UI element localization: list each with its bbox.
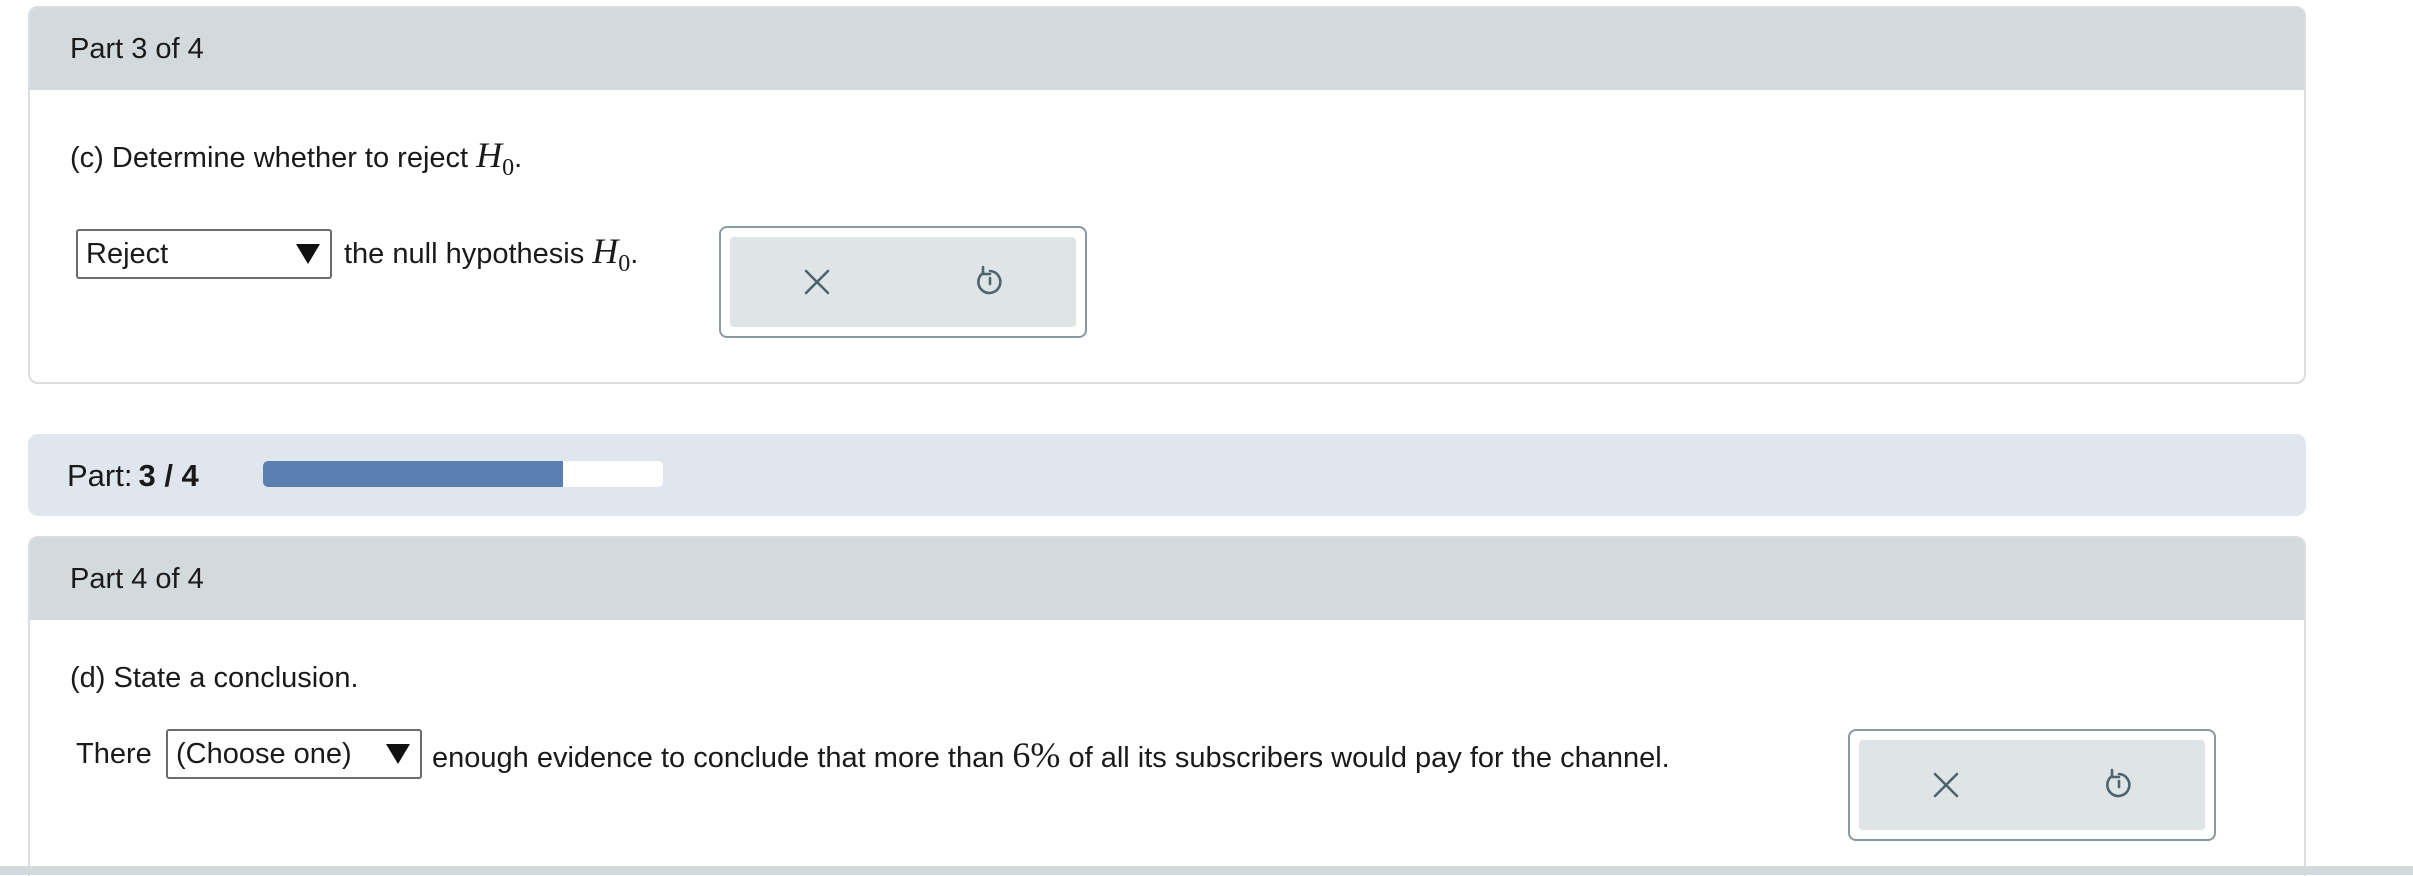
null-hypothesis-label: the null hypothesis [344,238,585,270]
part-3-header: Part 3 of 4 [30,8,2304,90]
conclusion-text-after: of all its subscribers would pay for the… [1068,742,1670,774]
conclusion-statement: enough evidence to conclude that more th… [432,734,1670,776]
progress-track [263,461,663,487]
part-3-header-text: Part 3 of 4 [70,32,204,65]
part-4-question: (d) State a conclusion. [70,662,359,695]
evidence-choice-value: (Choose one) [176,737,352,770]
part-3-question: (c) Determine whether to reject H0. [70,134,522,182]
progress-label-text: Part: [67,458,133,493]
part-4-question-text: (d) State a conclusion. [70,662,359,694]
part-4-reset-button[interactable] [2094,760,2144,810]
part-3-tools-inner [730,237,1076,327]
part-4-tools-inner [1859,740,2205,830]
close-icon [804,269,829,295]
conclusion-there: There [76,738,152,770]
progress-fill [263,461,563,487]
conclusion-text-before: enough evidence to conclude that more th… [432,742,1005,774]
part-3-clear-button[interactable] [792,257,842,307]
progress-label: Part: 3 / 4 [67,458,199,494]
h0-math-answer: H0 [592,231,631,277]
undo-icon [976,265,1002,295]
reject-decision-select[interactable]: Reject [76,229,332,279]
dropdown-arrow-icon [296,244,320,264]
dropdown-arrow-icon [386,744,410,764]
part-4-header-text: Part 4 of 4 [70,562,204,595]
conclusion-prefix: There [76,738,152,771]
h0-math: H0 [476,135,515,181]
page-bottom-rule [0,866,2413,875]
part-4-answer-tools [1848,729,2216,841]
part-4-panel: Part 4 of 4 (d) State a conclusion. Ther… [28,536,2306,876]
progress-value: 3 / 4 [138,458,199,493]
part-3-answer-period: . [630,238,639,270]
part-3-reset-button[interactable] [965,257,1015,307]
part-3-question-period: . [514,142,523,174]
part-4-header: Part 4 of 4 [30,538,2304,620]
part-3-panel: Part 3 of 4 (c) Determine whether to rej… [28,6,2306,384]
part-3-question-text: (c) Determine whether to reject [70,142,469,174]
undo-icon [2105,768,2131,798]
part-3-answer-text: the null hypothesis H0. [344,230,638,278]
part-4-clear-button[interactable] [1921,760,1971,810]
part-3-answer-tools [719,226,1087,338]
reject-decision-value: Reject [86,237,169,270]
percent-value: 6% [1012,735,1061,775]
evidence-choice-select[interactable]: (Choose one) [166,729,422,779]
close-icon [1933,772,1958,798]
part-progress-bar: Part: 3 / 4 [28,434,2306,516]
